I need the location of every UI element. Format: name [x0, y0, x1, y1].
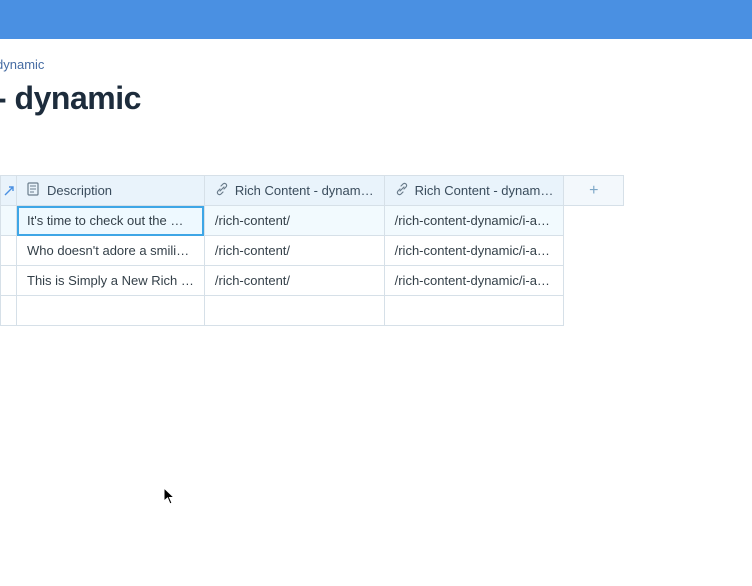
cell-empty[interactable]	[17, 296, 205, 326]
cell-link1[interactable]: /rich-content/	[204, 236, 384, 266]
cell-link1[interactable]: /rich-content/	[204, 206, 384, 236]
column-label: Description	[47, 183, 112, 198]
link-icon	[215, 182, 229, 199]
data-table: Description Rich Content - dynam… Rich C…	[0, 175, 752, 326]
table-row[interactable]: It's time to check out the … /rich-conte…	[1, 206, 624, 236]
cell-description[interactable]: This is Simply a New Rich …	[17, 266, 205, 296]
column-header-link1[interactable]: Rich Content - dynam…	[204, 176, 384, 206]
link-icon	[395, 182, 409, 199]
column-label: Rich Content - dynam…	[235, 183, 374, 198]
table-row[interactable]: This is Simply a New Rich … /rich-conten…	[1, 266, 624, 296]
table-row[interactable]: Who doesn't adore a smili… /rich-content…	[1, 236, 624, 266]
add-column-button[interactable]: +	[564, 176, 624, 206]
cell-description[interactable]: It's time to check out the …	[17, 206, 205, 236]
column-label: Rich Content - dynam…	[415, 183, 554, 198]
cursor-icon	[163, 487, 177, 505]
row-handle[interactable]	[1, 266, 17, 296]
top-bar	[0, 0, 752, 39]
row-handle[interactable]	[1, 296, 17, 326]
row-handle[interactable]	[1, 206, 17, 236]
breadcrumb[interactable]: dynamic	[0, 39, 748, 72]
page-title: - dynamic	[0, 72, 748, 135]
expand-column-header[interactable]	[1, 176, 17, 206]
plus-icon: +	[589, 182, 598, 199]
cell-empty[interactable]	[384, 296, 564, 326]
row-handle[interactable]	[1, 236, 17, 266]
cell-link2[interactable]: /rich-content-dynamic/i-a…	[384, 206, 564, 236]
table-row-empty[interactable]	[1, 296, 624, 326]
expand-icon	[4, 186, 14, 196]
column-header-link2[interactable]: Rich Content - dynam…	[384, 176, 564, 206]
cell-empty[interactable]	[204, 296, 384, 326]
column-header-description[interactable]: Description	[17, 176, 205, 206]
cell-link2[interactable]: /rich-content-dynamic/i-a…	[384, 266, 564, 296]
cell-link2[interactable]: /rich-content-dynamic/i-a…	[384, 236, 564, 266]
text-icon	[27, 182, 41, 199]
cell-link1[interactable]: /rich-content/	[204, 266, 384, 296]
cell-description[interactable]: Who doesn't adore a smili…	[17, 236, 205, 266]
